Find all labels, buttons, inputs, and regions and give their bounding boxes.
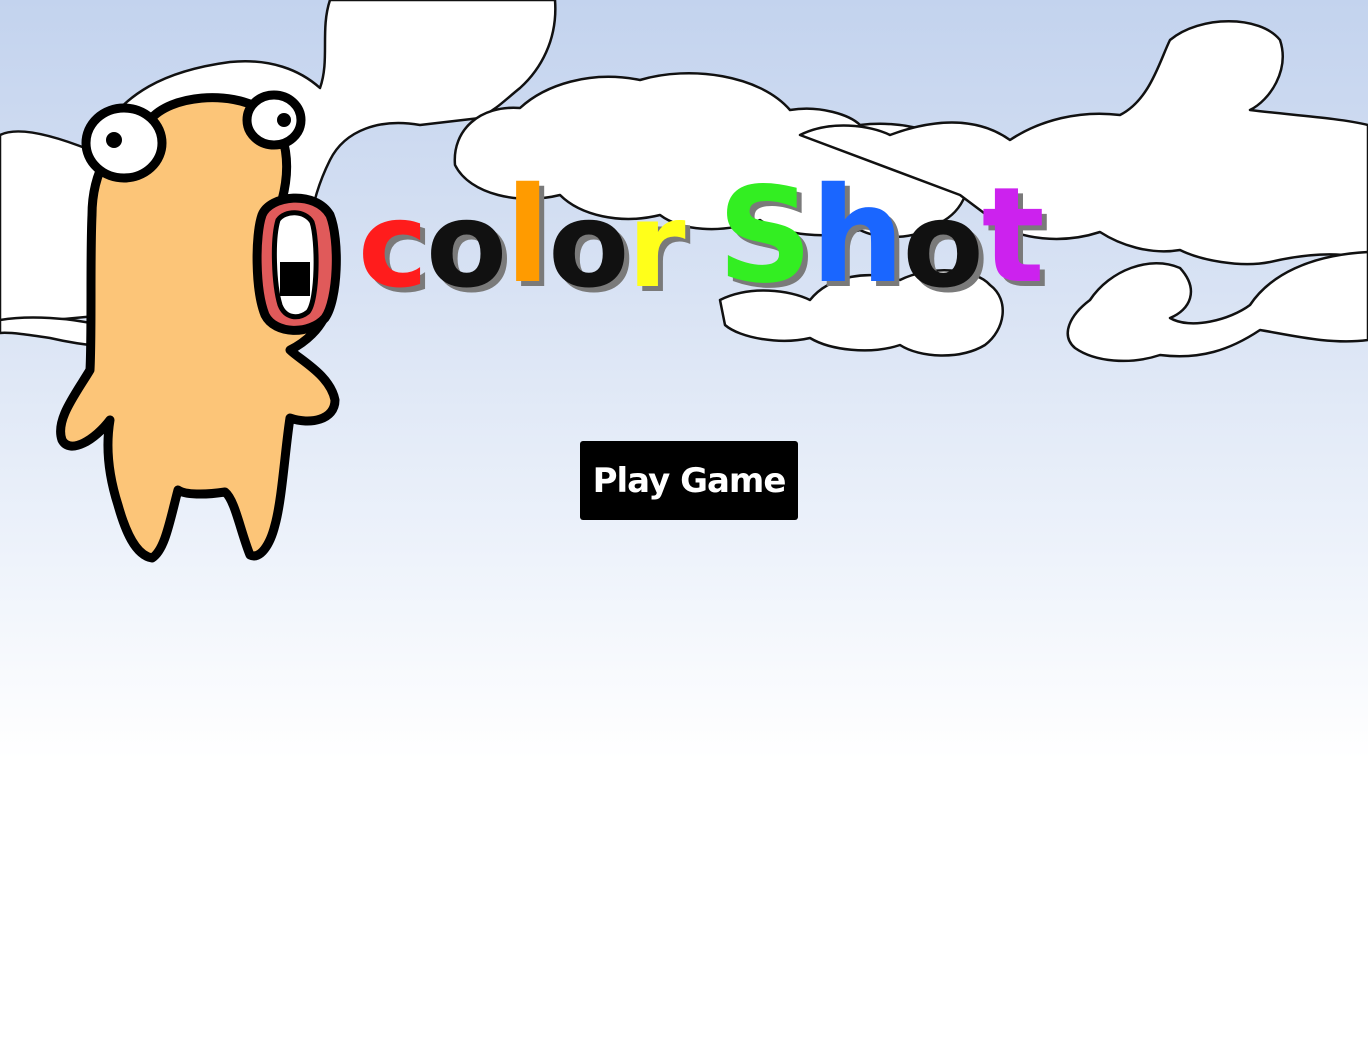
mascot-right-eye	[242, 90, 306, 150]
title-letter-r: r	[627, 176, 685, 314]
mascot-left-pupil	[106, 132, 122, 148]
title-letter-S: S	[717, 159, 813, 313]
title-letter-h: h	[810, 159, 905, 313]
title-letter-c: c	[358, 176, 428, 314]
title-letter-o: o	[548, 176, 629, 314]
background-scene	[0, 0, 1368, 563]
title-letter-l: l	[505, 159, 550, 313]
mascot-left-eye	[81, 103, 167, 183]
title-letter-o: o	[425, 176, 507, 314]
cloud-right-lower	[1066, 250, 1368, 363]
play-game-button[interactable]: Play Game	[580, 441, 798, 520]
title-letter-o: o	[902, 176, 984, 314]
mascot-right-pupil	[277, 113, 291, 127]
mascot-tongue	[280, 262, 310, 296]
game-title: colorShot	[358, 159, 1045, 360]
title-letter-t: t	[981, 159, 1045, 313]
